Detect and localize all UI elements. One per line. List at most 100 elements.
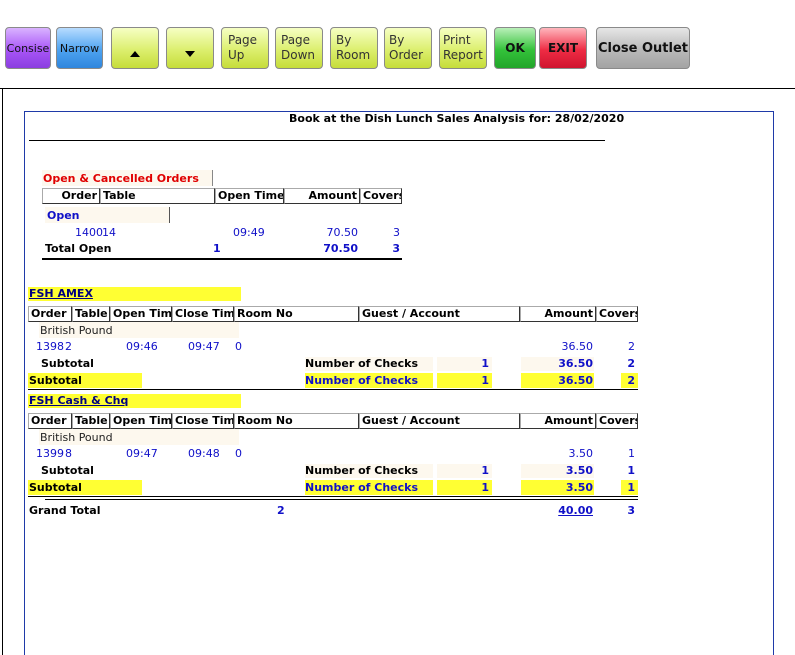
oc-row-order: 1400 xyxy=(75,226,103,239)
amex-col-guest: Guest / Account xyxy=(359,306,520,322)
total-open-underline xyxy=(42,258,402,260)
left-border xyxy=(2,89,3,655)
page-up-label-2: Up xyxy=(228,48,245,62)
amex-row-open-time: 09:46 xyxy=(126,340,158,353)
narrow-button[interactable]: Narrow xyxy=(56,27,103,69)
grand-total-amount: 40.00 xyxy=(558,504,593,517)
by-room-button[interactable]: By Room xyxy=(330,27,378,69)
amex-col-order: Order xyxy=(28,306,72,322)
consise-label: Consise xyxy=(6,41,50,55)
section-cash-heading: FSH Cash & Chq xyxy=(29,394,129,407)
cash-subtotal-covers: 1 xyxy=(627,464,635,477)
amex-row-covers: 2 xyxy=(628,340,635,353)
cash-row-close-time: 09:48 xyxy=(188,447,220,460)
cash-col-open-time: Open Time xyxy=(110,413,172,429)
grand-total-count: 2 xyxy=(277,504,285,517)
by-order-button[interactable]: By Order xyxy=(384,27,432,69)
grand-total-covers: 3 xyxy=(627,504,635,517)
cash-checks2-count: 1 xyxy=(481,481,489,494)
total-open-covers: 3 xyxy=(392,242,400,255)
section-amex-heading: FSH AMEX xyxy=(29,287,93,300)
cash-checks-count: 1 xyxy=(481,464,489,477)
amex-subtotal2-amount: 36.50 xyxy=(558,374,593,387)
by-room-label-2: Room xyxy=(336,48,371,62)
amex-row-table: 2 xyxy=(65,340,72,353)
cash-col-close-time: Close Time xyxy=(172,413,234,429)
oc-row-amount: 70.50 xyxy=(326,226,359,239)
arrow-up-icon xyxy=(130,51,140,57)
cash-col-amount: Amount xyxy=(520,413,596,429)
amex-subtotal-amount: 36.50 xyxy=(558,357,593,370)
oc-row-covers: 3 xyxy=(393,226,400,239)
exit-button[interactable]: EXIT xyxy=(539,27,587,69)
amex-subtotal-label: Subtotal xyxy=(41,357,94,370)
cash-row-covers: 1 xyxy=(628,447,635,460)
amex-row-amount: 36.50 xyxy=(561,340,594,353)
amex-subtotal2-label: Subtotal xyxy=(29,374,82,387)
close-outlet-label: Close Outlet xyxy=(597,40,689,56)
amex-col-table: Table xyxy=(72,306,110,322)
scroll-up-button[interactable] xyxy=(111,27,159,69)
page-down-label-2: Down xyxy=(281,48,316,62)
ok-button[interactable]: OK xyxy=(494,27,536,69)
cash-col-guest: Guest / Account xyxy=(359,413,520,429)
amex-col-covers: Covers xyxy=(596,306,638,322)
cash-col-covers: Covers xyxy=(596,413,638,429)
page-down-button[interactable]: Page Down xyxy=(275,27,323,69)
page-up-button[interactable]: Page Up xyxy=(221,27,269,69)
grand-total-line-1 xyxy=(28,496,638,497)
cash-subtotal2-covers: 1 xyxy=(627,481,635,494)
toolbar-divider xyxy=(0,88,795,89)
amex-col-room-no: Room No xyxy=(234,306,359,322)
oc-row-table: 14 xyxy=(102,226,116,239)
total-open-amount: 70.50 xyxy=(323,242,358,255)
oc-row-open-time: 09:49 xyxy=(233,226,265,239)
cash-subtotal-amount: 3.50 xyxy=(565,464,593,477)
oc-col-table: Table xyxy=(100,188,215,204)
amex-col-open-time: Open Time xyxy=(110,306,172,322)
print-report-button[interactable]: Print Report xyxy=(439,27,487,69)
amex-col-amount: Amount xyxy=(520,306,596,322)
cash-col-order: Order xyxy=(28,413,72,429)
toolbar: Consise Narrow Page Up Page Down By Room… xyxy=(0,0,795,88)
oc-col-covers: Covers xyxy=(360,188,402,204)
cash-row-amount: 3.50 xyxy=(568,447,594,460)
amex-subtotal2-covers: 2 xyxy=(627,374,635,387)
arrow-down-icon xyxy=(185,51,195,57)
cash-subtotal-label: Subtotal xyxy=(41,464,94,477)
by-order-label-2: Order xyxy=(389,48,424,62)
page-up-label-1: Page xyxy=(228,33,258,47)
cash-row-table: 8 xyxy=(65,447,72,460)
grand-total-label: Grand Total xyxy=(29,504,101,517)
amex-row-room-no: 0 xyxy=(235,340,242,353)
cash-subtotal2-amount: 3.50 xyxy=(565,481,593,494)
report-page: Book at the Dish Lunch Sales Analysis fo… xyxy=(24,111,774,655)
amex-checks-label: Number of Checks xyxy=(305,357,419,370)
cash-row-order: 1399 xyxy=(36,447,64,460)
amex-col-close-time: Close Time xyxy=(172,306,234,322)
cash-row-room-no: 0 xyxy=(235,447,242,460)
oc-col-open-time: Open Time xyxy=(215,188,284,204)
consise-button[interactable]: Consise xyxy=(5,27,51,69)
cash-checks2-label: Number of Checks xyxy=(305,481,419,494)
cash-row-open-time: 09:47 xyxy=(126,447,158,460)
open-cancelled-heading: Open & Cancelled Orders xyxy=(43,172,199,185)
by-order-label-1: By xyxy=(389,33,405,47)
amex-checks-count: 1 xyxy=(481,357,489,370)
oc-col-order: Order xyxy=(42,188,100,204)
oc-col-amount: Amount xyxy=(284,188,360,204)
total-open-label: Total Open xyxy=(45,242,112,255)
narrow-label: Narrow xyxy=(59,41,100,55)
cash-currency: British Pound xyxy=(40,431,113,444)
print-report-label-2: Report xyxy=(443,48,483,62)
print-report-label-1: Print xyxy=(443,33,471,47)
cash-col-room-no: Room No xyxy=(234,413,359,429)
open-group-label: Open xyxy=(47,209,80,222)
close-outlet-button[interactable]: Close Outlet xyxy=(596,27,690,69)
scroll-down-button[interactable] xyxy=(166,27,214,69)
amex-subtotal-covers: 2 xyxy=(627,357,635,370)
grand-total-line-2 xyxy=(45,499,638,500)
amex-row-order: 1398 xyxy=(36,340,64,353)
cash-checks-label: Number of Checks xyxy=(305,464,419,477)
total-open-count: 1 xyxy=(213,242,221,255)
